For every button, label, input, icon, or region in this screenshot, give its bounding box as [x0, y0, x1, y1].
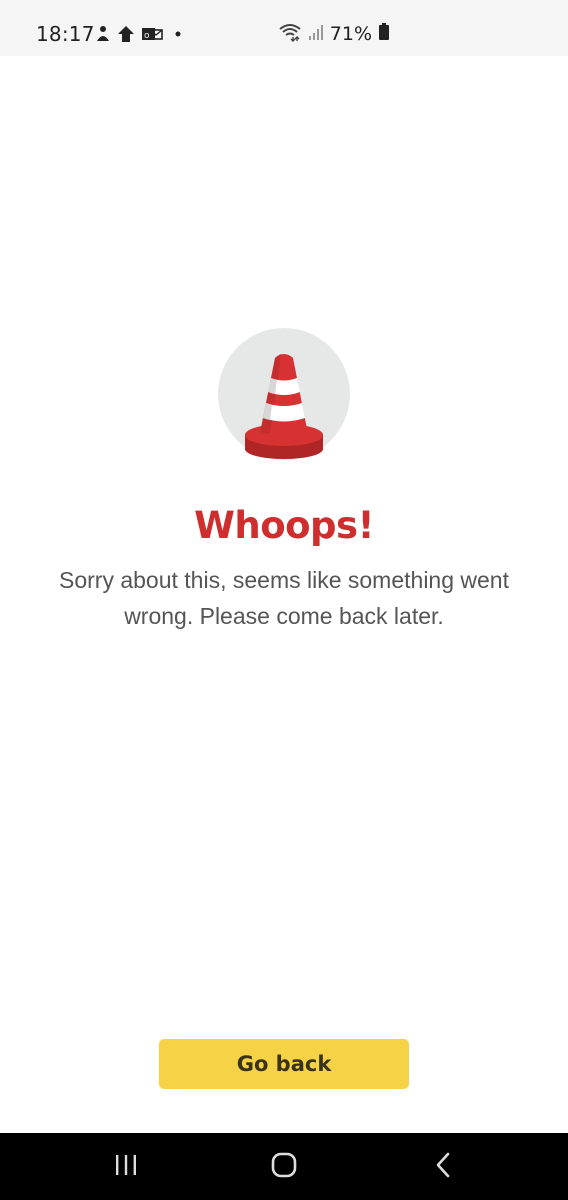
mail-icon: o — [141, 25, 163, 43]
go-back-label: Go back — [236, 1052, 332, 1076]
traffic-cone-icon — [218, 328, 350, 460]
home-icon — [270, 1151, 298, 1183]
navigation-bar — [0, 1133, 568, 1200]
svg-text:o: o — [144, 31, 150, 41]
battery-percentage: 71% — [329, 23, 372, 45]
notification-icons: o — [95, 22, 183, 46]
error-title: Whoops! — [194, 504, 374, 547]
notification-app-icon — [117, 25, 135, 43]
signal-icon — [308, 23, 324, 45]
home-button[interactable] — [244, 1133, 324, 1200]
error-screen: 18:17 o 71% Whoops! Sorry about this, se… — [0, 0, 568, 1200]
battery-icon — [378, 22, 390, 46]
status-bar: 18:17 o 71% — [0, 0, 568, 56]
notification-app-icon — [95, 25, 111, 43]
wifi-icon — [278, 22, 302, 46]
back-icon — [432, 1151, 456, 1183]
back-button[interactable] — [404, 1133, 484, 1200]
recent-apps-icon — [114, 1153, 138, 1181]
system-status-icons: 71% — [278, 20, 390, 48]
dot-icon — [169, 25, 183, 43]
recent-apps-button[interactable] — [86, 1133, 166, 1200]
error-message: Sorry about this, seems like something w… — [59, 567, 509, 629]
go-back-button[interactable]: Go back — [159, 1039, 409, 1089]
status-time: 18:17 — [36, 22, 95, 46]
